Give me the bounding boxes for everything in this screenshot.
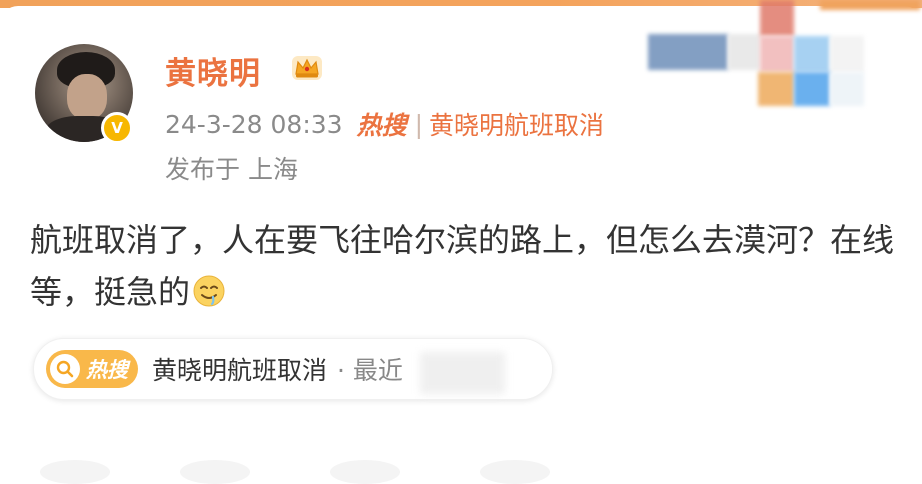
post-meta: 24-3-28 08:33 热搜 | 黄晓明航班取消 — [165, 104, 604, 144]
blurred-area — [420, 352, 505, 394]
post-timestamp: 24-3-28 08:33 — [165, 109, 343, 139]
pill-topic: 黄晓明航班取消 — [152, 356, 328, 385]
search-icon — [50, 354, 80, 384]
divider: | — [414, 109, 424, 139]
username[interactable]: 黄晓明 — [165, 48, 261, 93]
post-location: 发布于 上海 — [165, 155, 298, 184]
crown-icon[interactable] — [288, 50, 326, 84]
hot-search-badge: 热搜 — [46, 350, 138, 388]
post-body: 航班取消了，人在要飞往哈尔滨的路上，但怎么去漠河？在线等，挺急的 — [30, 214, 900, 318]
hot-topic-link[interactable]: 黄晓明航班取消 — [429, 106, 604, 142]
pill-suffix: · 最近 — [337, 356, 403, 385]
verified-v-icon: V — [101, 112, 133, 144]
hot-search-label: 热搜 — [86, 358, 128, 382]
blurred-watermark — [640, 0, 922, 110]
drooling-emoji-icon — [193, 275, 225, 307]
hot-search-tag[interactable]: 热搜 — [357, 106, 407, 142]
post-text: 航班取消了，人在要飞往哈尔滨的路上，但怎么去漠河？在线等，挺急的 — [30, 221, 895, 311]
